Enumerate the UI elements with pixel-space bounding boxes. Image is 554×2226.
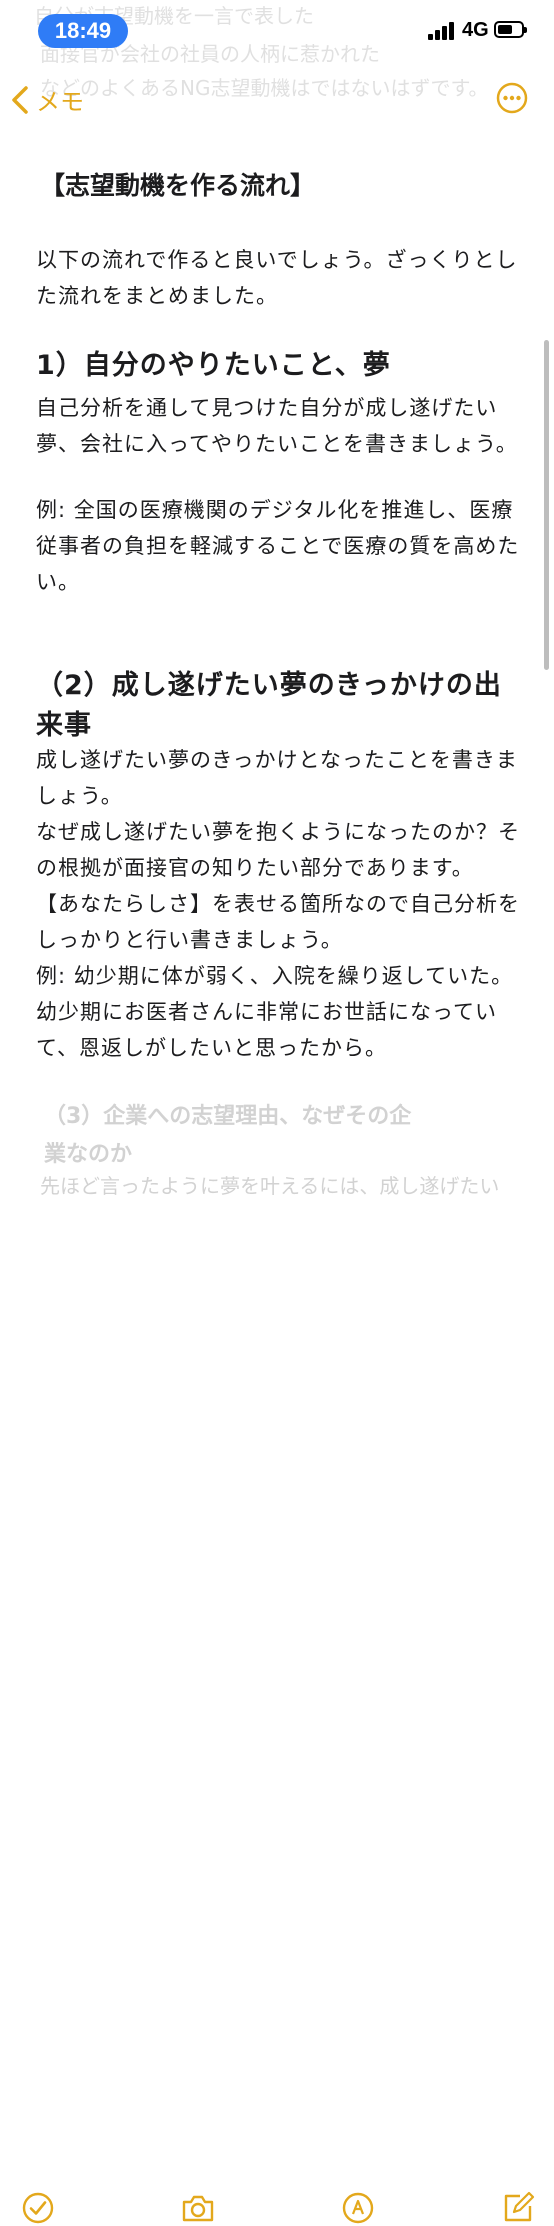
- note-intro[interactable]: 以下の流れで作ると良いでしょう。ざっくりとした流れをまとめました。: [36, 242, 526, 314]
- scroll-indicator: [544, 340, 549, 670]
- section-1-example[interactable]: 例: 全国の医療機関のデジタル化を推進し、医療従事者の負担を軽減することで医療の…: [36, 492, 526, 600]
- network-type: 4G: [462, 19, 489, 41]
- section-2-body-1[interactable]: 成し遂げたい夢のきっかけとなったことを書きましょう。: [36, 742, 526, 814]
- section-heading-2: （2）成し遂げたい夢のきっかけの出来事: [36, 670, 502, 741]
- section-2-example[interactable]: 例: 幼少期に体が弱く、入院を繰り返していた。幼少期にお医者さんに非常にお世話に…: [36, 958, 526, 1066]
- section-2-body-3[interactable]: 【あなたらしさ】を表せる箇所なので自己分析をしっかりと行い書きましょう。: [36, 886, 526, 958]
- section-1-body[interactable]: 自己分析を通して見つけた自分が成し遂げたい夢、会社に入ってやりたいことを書きまし…: [36, 390, 526, 462]
- battery-icon: [494, 21, 527, 38]
- back-button[interactable]: メモ: [10, 82, 84, 117]
- section-heading-1: 1）自分のやりたいこと、夢: [36, 350, 391, 381]
- more-options-icon[interactable]: [496, 82, 528, 114]
- status-time: 18:49: [38, 14, 128, 48]
- status-bar: 18:49 4G: [0, 0, 554, 62]
- back-label: メモ: [36, 88, 84, 116]
- navigation-bar: メモ: [0, 70, 554, 130]
- section-2-body-2[interactable]: なぜ成し遂げたい夢を抱くようになったのか？その根拠が面接官の知りたい部分でありま…: [36, 814, 526, 886]
- markup-icon[interactable]: [340, 2190, 376, 2226]
- checklist-icon[interactable]: [20, 2190, 56, 2226]
- chevron-left-icon: [12, 85, 28, 114]
- note-title: 【志望動機を作る流れ】: [40, 171, 316, 200]
- compose-icon[interactable]: [500, 2190, 536, 2226]
- bottom-toolbar: [0, 1088, 554, 2224]
- camera-icon[interactable]: [180, 2190, 216, 2226]
- cellular-signal-icon: [428, 22, 454, 40]
